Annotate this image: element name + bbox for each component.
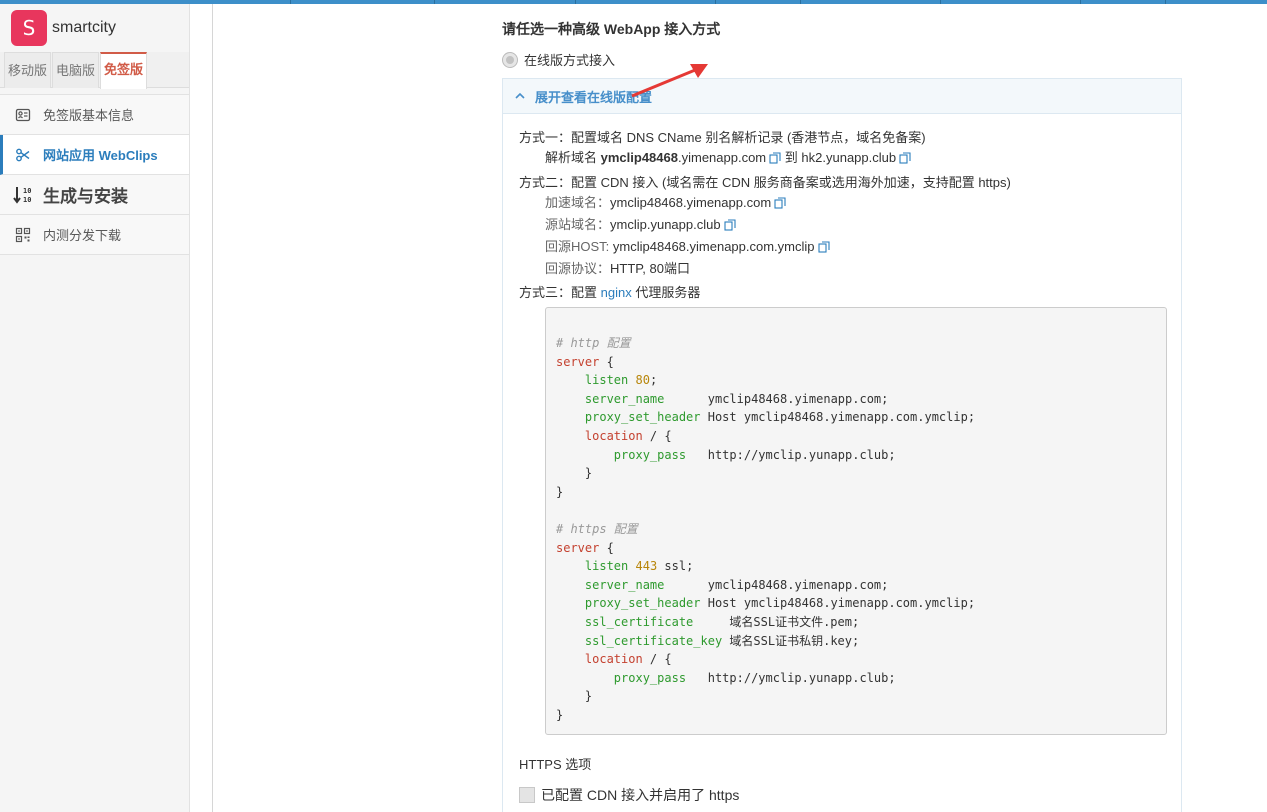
code-keyword: location [584,428,643,443]
cdn-https-label: 已配置 CDN 接入并启用了 https [541,787,740,803]
red-arrow-annotation [631,64,708,98]
brand-logo: S [11,10,47,46]
code-comment: # http 配置 [556,336,631,350]
method1-target: hk2.yunapp.club [801,150,897,165]
code-keyword: server [556,354,600,369]
tab-desktop[interactable]: 电脑版 [52,52,100,88]
method2-origin-row: 源站域名：ymclip.yunapp.club [519,215,1165,237]
copy-icon[interactable] [724,217,736,237]
code-value: ymclip48468.yimenapp.com [707,577,882,592]
copy-icon[interactable] [769,150,781,170]
qrcode-icon [13,227,33,243]
sidebar-item-webclips[interactable]: 网站应用 WebClips [0,135,189,175]
method2-title: 方式二：配置 CDN 接入 (域名需在 CDN 服务商备案或选用海外加速，支持配… [519,175,1011,190]
sidebar-item-label: 免签版基本信息 [43,108,135,123]
code-value: http://ymclip.yunapp.club [707,670,889,685]
method2-proto-value: HTTP, 80端口 [610,261,690,276]
code-directive: server_name [584,577,665,592]
scissors-icon [13,147,33,163]
method1-domain-suffix: .yimenapp.com [677,150,767,165]
method2-accel-row: 加速域名：ymclip48468.yimenapp.com [519,193,1165,215]
sidebar: S smartcity 移动版 电脑版 免签版 免签版基本信息 网站应用 Web… [0,4,190,812]
sidebar-item-label: 内测分发下载 [43,228,122,243]
method2-host-row: 回源HOST: ymclip48468.yimenapp.com.ymclip [519,237,1165,259]
code-directive: ssl_certificate [584,614,694,629]
code-directive: proxy_pass [613,670,687,685]
copy-icon[interactable] [817,239,830,259]
panel-toggle[interactable]: 展开查看在线版配置 [503,79,1181,114]
sort-numeric-icon: 10 10 [13,185,33,205]
code-directive: proxy_pass [613,447,687,462]
code-keyword: server [556,540,600,555]
sidebar-item-basic-info[interactable]: 免签版基本信息 [0,95,189,135]
chevron-up-icon [515,91,525,102]
copy-icon[interactable] [899,150,911,170]
code-value: http://ymclip.yunapp.club [707,447,889,462]
method3-suffix: 代理服务器 [635,285,701,300]
panel-body: 方式一：配置域名 DNS CName 别名解析记录 (香港节点，域名免备案) 解… [503,114,1181,805]
method2-host-value: ymclip48468.yimenapp.com.ymclip [612,239,815,254]
sidebar-item-beta-distribution[interactable]: 内测分发下载 [0,215,189,255]
method1-to: 到 [784,150,798,165]
code-directive: server_name [584,391,665,406]
code-value: Host ymclip48468.yimenapp.com.ymclip [707,596,968,611]
info-card-icon [13,107,33,123]
tab-mobile[interactable]: 移动版 [4,52,52,88]
code-number: 80 [635,373,650,388]
method2-origin-label: 源站域名： [545,217,611,232]
radio-online-option[interactable]: 在线版方式接入 [502,50,615,69]
section-title: 请任选一种高级 WebApp 接入方式 [502,21,721,37]
brand-name: smartcity [52,19,116,36]
method2-proto-label: 回源协议： [545,261,611,276]
method2-host-label: 回源HOST: [545,239,610,254]
code-value: ssl [664,559,687,574]
nginx-code-block: # http 配置 server { listen 80; server_nam… [545,307,1167,735]
nginx-link[interactable]: nginx [601,285,632,300]
cdn-https-option[interactable]: 已配置 CDN 接入并启用了 https [519,785,1165,805]
code-comment: # https 配置 [556,521,638,536]
method1-domain: ymclip48468 [600,150,678,165]
radio-online-label: 在线版方式接入 [524,53,616,68]
main-content: 请任选一种高级 WebApp 接入方式 在线版方式接入 展开查看在线版配置 方式… [212,4,1267,812]
code-directive: listen [584,559,629,574]
method1-title: 方式一：配置域名 DNS CName 别名解析记录 (香港节点，域名免备案) [519,130,926,145]
code-value: 域名SSL证书私钥.key [729,633,852,648]
sidebar-item-label: 生成与安装 [43,187,128,206]
sidebar-item-label: 网站应用 WebClips [43,148,158,163]
code-keyword: location [584,652,643,667]
code-directive: listen [584,373,629,388]
method2-accel-label: 加速域名： [545,195,611,210]
code-directive: proxy_set_header [584,596,701,611]
code-directive: proxy_set_header [584,410,701,425]
version-tabs: 移动版 电脑版 免签版 [0,52,189,89]
method1-prefix: 解析域名 [545,150,598,165]
method2-proto-row: 回源协议：HTTP, 80端口 [519,259,1165,279]
brand[interactable]: S smartcity [0,4,189,52]
method1-detail: 解析域名 ymclip48468.yimenapp.com 到 hk2.yuna… [519,148,1165,170]
code-value: ymclip48468.yimenapp.com [707,391,882,406]
radio-online[interactable] [502,51,518,68]
code-directive: ssl_certificate_key [584,633,723,648]
svg-text:10: 10 [23,187,31,195]
tab-signature-free[interactable]: 免签版 [100,52,148,89]
cdn-https-checkbox[interactable] [519,787,535,803]
online-config-panel: 展开查看在线版配置 方式一：配置域名 DNS CName 别名解析记录 (香港节… [502,78,1182,812]
copy-icon[interactable] [774,195,786,215]
method2-origin-value: ymclip.yunapp.club [610,217,721,232]
method3-title: 方式三：配置 nginx 代理服务器 [519,283,1165,303]
https-options-title: HTTPS 选项 [519,757,592,772]
sidebar-item-generate-install[interactable]: 10 10 生成与安装 [0,175,189,215]
method3-prefix: 方式三：配置 [519,285,598,300]
code-number: 443 [635,559,658,574]
sidebar-nav: 免签版基本信息 网站应用 WebClips 10 10 生成与安装 内测分发下载 [0,94,189,255]
code-value: 域名SSL证书文件.pem [729,614,852,629]
method2-accel-value: ymclip48468.yimenapp.com [610,195,772,210]
svg-text:10: 10 [23,196,31,204]
code-value: Host ymclip48468.yimenapp.com.ymclip [707,410,968,425]
